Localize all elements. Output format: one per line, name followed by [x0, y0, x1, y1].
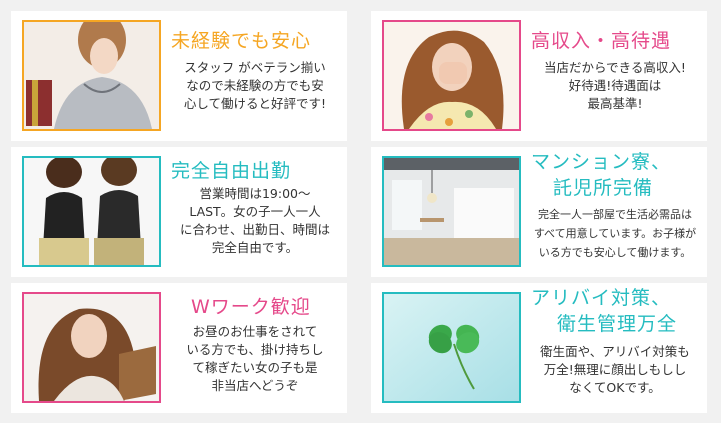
card-body: お昼のお仕事をされて いる方でも、掛け持ちし て稼ぎたい女の子も是 非当店へどうぞ	[186, 324, 324, 393]
card-body: 営業時間は19:00～ LAST。女の子一人一人 に合わせ、出勤日、時間は 完全自由で…	[179, 186, 330, 255]
card-body: 完全一人一部屋で生活必需品は すべて用意しています。お子様が いる方でも安心して働け…	[533, 208, 697, 259]
woman-photo	[382, 20, 521, 131]
card-body: スタッフ がベテラン揃い なので未経験の方でも安 心して働けると好評です!	[183, 60, 327, 111]
card-title: 未経験でも安心	[171, 30, 312, 52]
card-body: 衛生面や、アリバイ対策も 万全!無理に顔出しもしし なくてOKです。	[540, 344, 690, 395]
feature-card-free-schedule: 完全自由出勤 営業時間は19:00～ LAST。女の子一人一人 に合わせ、出勤日、時…	[11, 147, 347, 277]
clover-photo	[382, 292, 521, 403]
room-photo	[382, 156, 521, 267]
card-title: Wワーク歓迎	[191, 296, 311, 318]
feature-card-double-work: Wワーク歓迎 お昼のお仕事をされて いる方でも、掛け持ちし て稼ぎたい女の子も是 非当…	[11, 283, 347, 413]
card-title: 完全自由出勤	[171, 160, 292, 182]
feature-card-high-income: 高収入・高待遇 当店だからできる高収入! 好待遇!待遇面は 最高基準!	[371, 11, 707, 141]
card-title: アリバイ対策、 衛生管理万全	[531, 287, 678, 335]
feature-card-inexperienced: 未経験でも安心 スタッフ がベテラン揃い なので未経験の方でも安 心して働けると好評…	[11, 11, 347, 141]
two-women-photo	[22, 156, 161, 267]
woman-photo	[22, 20, 161, 131]
card-body: 当店だからできる高収入! 好待遇!待遇面は 最高基準!	[544, 60, 686, 111]
woman-photo	[22, 292, 161, 403]
card-title: 高収入・高待遇	[531, 30, 672, 52]
feature-card-alibi-hygiene: アリバイ対策、 衛生管理万全 衛生面や、アリバイ対策も 万全!無理に顔出しもしし なく…	[371, 283, 707, 413]
card-title: マンション寮、 託児所完備	[531, 151, 672, 199]
feature-card-dormitory: マンション寮、 託児所完備 完全一人一部屋で生活必需品は すべて用意しています。お子…	[371, 147, 707, 277]
